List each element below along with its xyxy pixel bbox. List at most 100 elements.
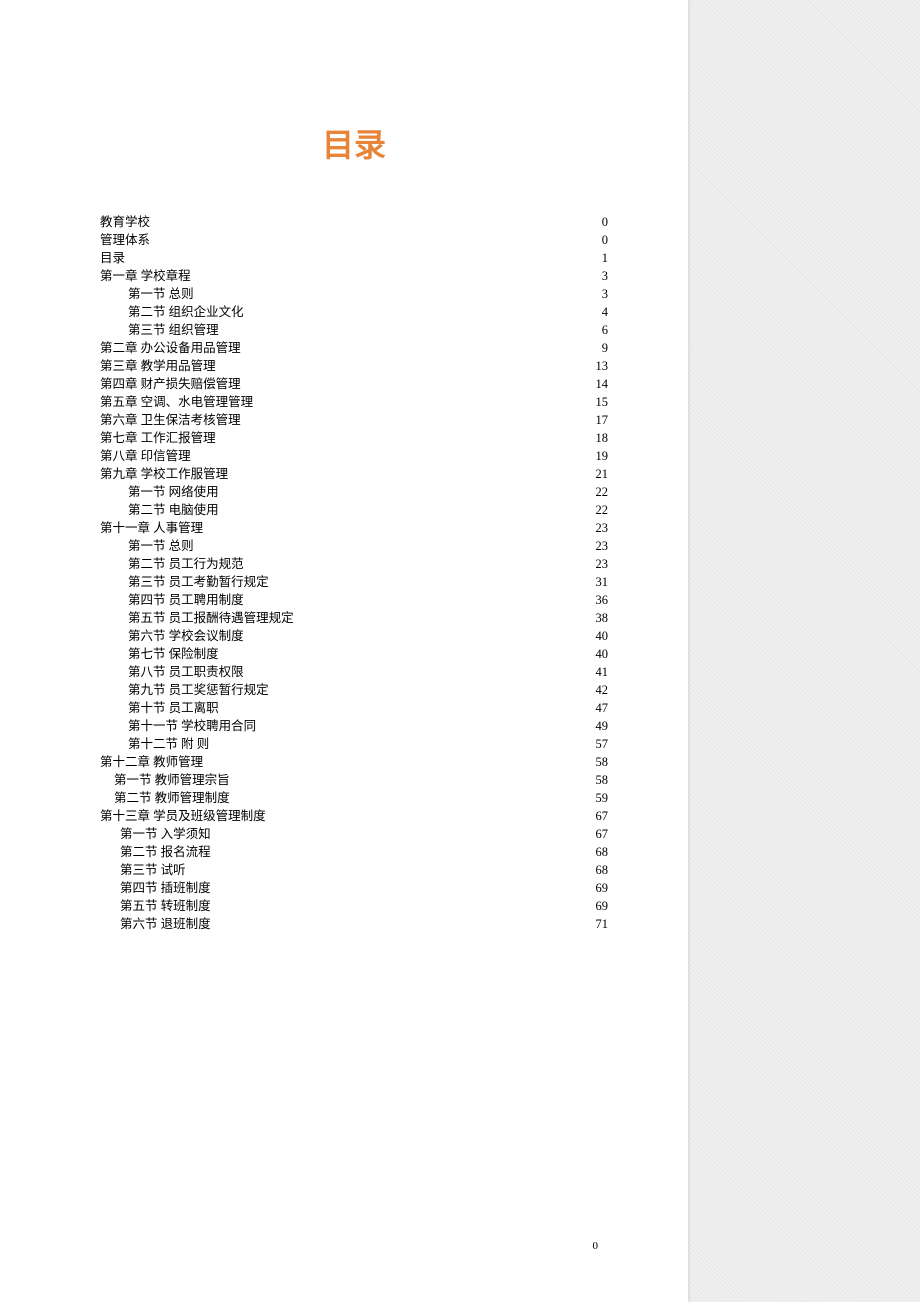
toc-label: 第十一节 学校聘用合同 [128,720,256,733]
toc-page: 18 [588,432,608,445]
toc-page: 3 [588,270,608,283]
toc-page: 1 [588,252,608,265]
toc-page: 6 [588,324,608,337]
toc-entry: 第十三章 学员及班级管理制度67 [100,810,608,823]
toc-entry: 第五节 转班制度 69 [100,900,608,913]
toc-label: 第四节 插班制度 [120,882,211,895]
toc-entry: 第十二章 教师管理 58 [100,756,608,769]
toc-page: 69 [588,900,608,913]
toc-page: 22 [588,504,608,517]
toc-page: 31 [588,576,608,589]
toc-entry: 第六节 退班制度 71 [100,918,608,931]
toc-entry: 第二节 组织企业文化4 [100,306,608,319]
toc-entry: 第一节 总则 23 [100,540,608,553]
toc-label: 第四节 员工聘用制度 [128,594,244,607]
toc-entry: 第三章 教学用品管理13 [100,360,608,373]
toc-page: 57 [588,738,608,751]
toc-page: 58 [588,756,608,769]
toc-label: 第二节 教师管理制度 [114,792,230,805]
toc-entry: 第三节 试听68 [100,864,608,877]
toc-page: 41 [588,666,608,679]
toc-entry: 第四节 插班制度 69 [100,882,608,895]
toc-page: 0 [588,234,608,247]
toc-page: 15 [588,396,608,409]
toc-entry: 第一节 入学须知 67 [100,828,608,841]
toc-page: 14 [588,378,608,391]
toc-label: 第二章 办公设备用品管理 [100,342,241,355]
toc-page: 0 [588,216,608,229]
toc-page: 40 [588,648,608,661]
toc-label: 第十节 员工离职 [128,702,219,715]
toc-label: 第七章 工作汇报管理 [100,432,216,445]
toc-entry: 第六章 卫生保洁考核管理17 [100,414,608,427]
page-container: 目录 教育学校0管理体系0目录1第一章 学校章程3第一节 总则3第二节 组织企业… [0,0,920,1302]
toc-entry: 第十一章 人事管理 23 [100,522,608,535]
toc-label: 第一节 总则 [128,288,194,301]
toc-entry: 第八节 员工职责权限 41 [100,666,608,679]
toc-label: 第六章 卫生保洁考核管理 [100,414,241,427]
toc-label: 第三节 试听 [120,864,186,877]
toc-page: 36 [588,594,608,607]
toc-entry: 第十一节 学校聘用合同 49 [100,720,608,733]
toc-entry: 第六节 学校会议制度 40 [100,630,608,643]
toc-label: 第八节 员工职责权限 [128,666,244,679]
toc-entry: 第十节 员工离职 47 [100,702,608,715]
toc-page: 21 [588,468,608,481]
toc-page: 68 [588,846,608,859]
toc-entry: 第八章 印信管理19 [100,450,608,463]
toc-entry: 第四章 财产损失赔偿管理 14 [100,378,608,391]
document-title: 目录 [100,120,608,166]
toc-label: 第二节 报名流程 [120,846,211,859]
toc-page: 49 [588,720,608,733]
page-number: 0 [593,1240,599,1252]
toc-label: 第十二章 教师管理 [100,756,203,769]
toc-page: 3 [588,288,608,301]
toc-entry: 第五节 员工报酬待遇管理规定38 [100,612,608,625]
toc-entry: 第五章 空调、水电管理管理15 [100,396,608,409]
toc-label: 第一节 入学须知 [120,828,211,841]
toc-entry: 第一节 教师管理宗旨 58 [100,774,608,787]
toc-page: 71 [588,918,608,931]
toc-label: 第一节 教师管理宗旨 [114,774,230,787]
toc-label: 第四章 财产损失赔偿管理 [100,378,241,391]
toc-page: 23 [588,540,608,553]
toc-label: 第六节 退班制度 [120,918,211,931]
toc-label: 第二节 员工行为规范 [128,558,244,571]
toc-page: 59 [588,792,608,805]
document-page: 目录 教育学校0管理体系0目录1第一章 学校章程3第一节 总则3第二节 组织企业… [0,0,688,1302]
toc-label: 第一节 总则 [128,540,194,553]
toc-label: 第八章 印信管理 [100,450,191,463]
toc-entry: 第九章 学校工作服管理 21 [100,468,608,481]
toc-page: 67 [588,828,608,841]
toc-label: 第二节 电脑使用 [128,504,219,517]
toc-label: 第七节 保险制度 [128,648,219,661]
toc-label: 第五节 员工报酬待遇管理规定 [128,612,294,625]
toc-entry: 教育学校0 [100,216,608,229]
toc-label: 第九节 员工奖惩暂行规定 [128,684,269,697]
sidebar-background [688,0,920,1302]
table-of-contents: 教育学校0管理体系0目录1第一章 学校章程3第一节 总则3第二节 组织企业文化4… [100,216,608,931]
toc-page: 47 [588,702,608,715]
toc-entry: 第七节 保险制度 40 [100,648,608,661]
toc-label: 第五节 转班制度 [120,900,211,913]
toc-entry: 目录1 [100,252,608,265]
toc-page: 4 [588,306,608,319]
toc-entry: 第九节 员工奖惩暂行规定42 [100,684,608,697]
toc-label: 第六节 学校会议制度 [128,630,244,643]
toc-entry: 第七章 工作汇报管理 18 [100,432,608,445]
toc-page: 40 [588,630,608,643]
toc-page: 58 [588,774,608,787]
toc-page: 23 [588,558,608,571]
toc-label: 第一节 网络使用 [128,486,219,499]
toc-entry: 第一节 网络使用22 [100,486,608,499]
toc-page: 23 [588,522,608,535]
toc-entry: 第二章 办公设备用品管理9 [100,342,608,355]
toc-page: 67 [588,810,608,823]
toc-entry: 第四节 员工聘用制度 36 [100,594,608,607]
toc-label: 第十一章 人事管理 [100,522,203,535]
toc-label: 第九章 学校工作服管理 [100,468,228,481]
toc-page: 69 [588,882,608,895]
toc-entry: 第二节 电脑使用 22 [100,504,608,517]
toc-entry: 第二节 教师管理制度 59 [100,792,608,805]
toc-label: 管理体系 [100,234,150,247]
